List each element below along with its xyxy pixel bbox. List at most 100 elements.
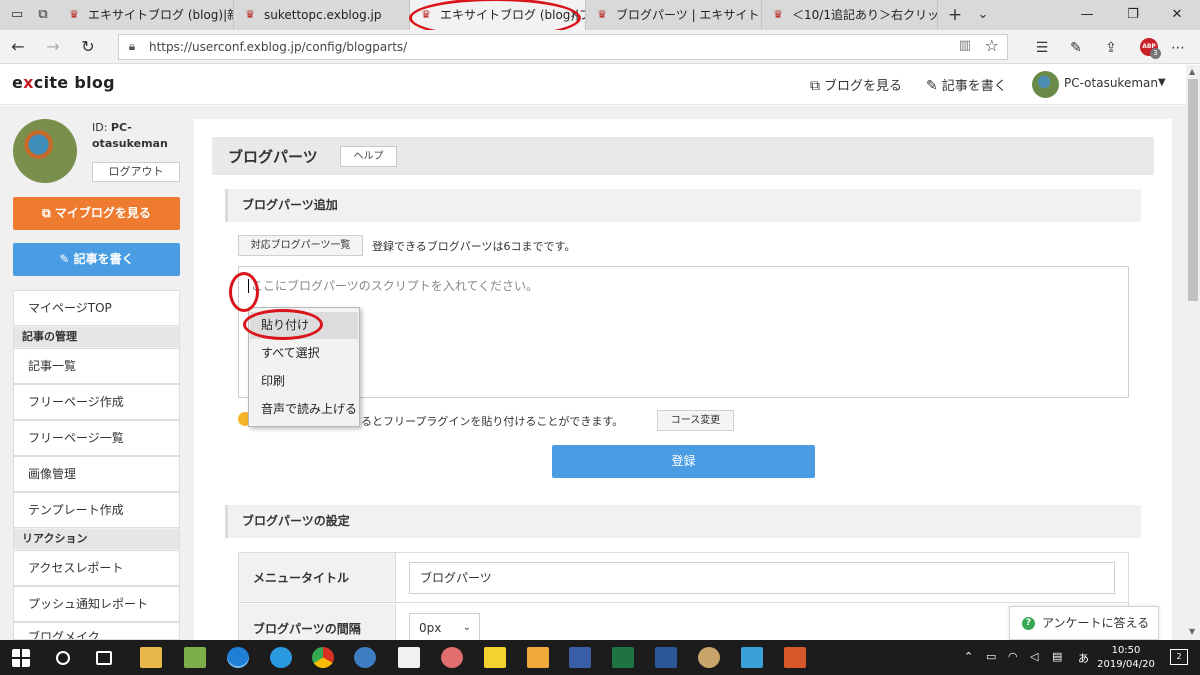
course-change-button[interactable]: コース変更 bbox=[657, 410, 734, 431]
section-blogparts-settings: ブログパーツの設定 bbox=[225, 505, 1141, 538]
tab-new-post[interactable]: ♛ エキサイトブログ (blog)|新規投 bbox=[58, 0, 234, 30]
internet-explorer-icon[interactable] bbox=[270, 647, 292, 668]
browser-tab-bar: ▭ ⧉ ♛ エキサイトブログ (blog)|新規投 ♛ sukettopc.ex… bbox=[0, 0, 1200, 30]
scrollbar-thumb[interactable] bbox=[1188, 79, 1198, 301]
register-limit-note: 登録できるブログパーツは6コまでです。 bbox=[372, 240, 576, 253]
sticky-notes-icon[interactable] bbox=[484, 647, 506, 668]
context-menu-read-aloud[interactable]: 音声で読み上げる bbox=[250, 396, 358, 423]
write-post-button[interactable]: ✎ 記事を書く bbox=[13, 243, 180, 276]
spacing-select[interactable]: 0px ⌄ bbox=[409, 613, 480, 643]
page-scrollbar[interactable]: ▲ ▼ bbox=[1186, 65, 1200, 640]
context-menu-select-all[interactable]: すべて選択 bbox=[250, 340, 358, 367]
windows-taskbar: ⌃ ▭ ◠ ◁ ▤ あ 10:50 2019/04/20 2 bbox=[0, 640, 1200, 675]
survey-button[interactable]: ? アンケートに答える bbox=[1009, 606, 1159, 640]
sidebar-item-free-page-list[interactable]: フリーページ一覧 bbox=[13, 420, 180, 456]
favorite-star-icon[interactable]: ☆ bbox=[985, 36, 999, 55]
tab-preview-icon[interactable]: ▭ bbox=[8, 6, 26, 24]
supported-blogparts-list-button[interactable]: 対応ブログパーツ一覧 bbox=[238, 235, 363, 256]
web-note-icon[interactable]: ✎ bbox=[1066, 38, 1086, 58]
sidebar-item-create-free-page[interactable]: フリーページ作成 bbox=[13, 384, 180, 420]
sidebar-item-push-report[interactable]: プッシュ通知レポート bbox=[13, 586, 180, 622]
blogparts-script-textarea[interactable]: ここにブログパーツのスクリプトを入れてください。 bbox=[238, 266, 1129, 398]
register-button[interactable]: 登録 bbox=[552, 445, 815, 478]
sidebar-item-blog-make[interactable]: ブログメイク bbox=[13, 622, 180, 640]
edge-browser-icon[interactable] bbox=[227, 647, 249, 668]
refresh-icon[interactable]: ↻ bbox=[78, 37, 98, 57]
scroll-down-icon[interactable]: ▼ bbox=[1189, 627, 1195, 636]
page-title-bar: ブログパーツ ヘルプ bbox=[212, 137, 1154, 175]
toolbox-app-icon[interactable] bbox=[784, 647, 806, 668]
help-button[interactable]: ヘルプ bbox=[340, 146, 397, 167]
tab-sukettopc[interactable]: ♛ sukettopc.exblog.jp bbox=[234, 0, 410, 30]
sidebar-section-post-management: 記事の管理 bbox=[13, 327, 180, 347]
tab-rightclick-article[interactable]: ♛ ＜10/1追記あり＞右クリックを bbox=[762, 0, 938, 30]
write-post-link[interactable]: ✎ 記事を書く bbox=[926, 75, 1007, 94]
pencil-icon: ✎ bbox=[59, 252, 74, 266]
chevron-down-icon: ⌄ bbox=[462, 622, 471, 633]
context-menu-print[interactable]: 印刷 bbox=[250, 368, 358, 395]
setting-row-menu-title: メニュータイトル ブログパーツ bbox=[239, 553, 1128, 603]
windows-start-icon[interactable] bbox=[12, 649, 30, 667]
sidebar-item-post-list[interactable]: 記事一覧 bbox=[13, 348, 180, 384]
tab-list-chevron-icon[interactable]: ⌄ bbox=[974, 6, 992, 24]
sidebar-item-image-management[interactable]: 画像管理 bbox=[13, 456, 180, 492]
excel-icon[interactable] bbox=[612, 647, 634, 668]
my-blog-button[interactable]: ⧉ マイブログを見る bbox=[13, 197, 180, 230]
restore-icon[interactable]: ❐ bbox=[1110, 0, 1156, 30]
avatar[interactable] bbox=[1032, 71, 1059, 98]
adblock-count-badge: 3 bbox=[1150, 48, 1161, 59]
url-text: https://userconf.exblog.jp/config/blogpa… bbox=[149, 40, 408, 54]
logout-button[interactable]: ログアウト bbox=[92, 162, 180, 182]
new-tab-icon[interactable]: + bbox=[946, 6, 964, 24]
sidebar-item-access-report[interactable]: アクセスレポート bbox=[13, 550, 180, 586]
photos-app-icon[interactable] bbox=[184, 647, 206, 668]
url-field[interactable]: 🔒︎ https://userconf.exblog.jp/config/blo… bbox=[118, 34, 1008, 60]
globe-app-icon[interactable] bbox=[354, 647, 376, 668]
username[interactable]: PC-otasukeman bbox=[1064, 76, 1158, 90]
excite-favicon-icon: ♛ bbox=[773, 8, 783, 21]
share-icon[interactable]: ⇪ bbox=[1101, 38, 1121, 58]
edit-icon: ✎ bbox=[926, 78, 938, 94]
menu-title-input[interactable]: ブログパーツ bbox=[409, 562, 1115, 594]
sidebar: ID: PC-otasukeman ログアウト ⧉ マイブログを見る ✎ 記事を… bbox=[0, 106, 194, 640]
calculator-app-icon[interactable] bbox=[569, 647, 591, 668]
caret-down-icon[interactable]: ▼ bbox=[1158, 77, 1166, 88]
word-icon[interactable] bbox=[655, 647, 677, 668]
reading-view-icon[interactable]: ▥ bbox=[959, 38, 971, 53]
tab-blogparts[interactable]: ♛ ブログパーツ | エキサイトブログ bbox=[586, 0, 762, 30]
annotation-circle-paste bbox=[243, 309, 323, 340]
set-tabs-aside-icon[interactable]: ⧉ bbox=[34, 6, 52, 24]
scroll-up-icon[interactable]: ▲ bbox=[1189, 67, 1195, 76]
favorites-hub-icon[interactable]: ☰ bbox=[1032, 38, 1052, 58]
close-window-icon[interactable]: ✕ bbox=[1154, 0, 1200, 30]
ime-indicator[interactable]: あ bbox=[1078, 650, 1089, 666]
chrome-icon[interactable] bbox=[312, 647, 334, 668]
remote-desktop-icon[interactable] bbox=[741, 647, 763, 668]
paint-app-icon[interactable] bbox=[441, 647, 463, 668]
system-clock[interactable]: 10:50 2019/04/20 bbox=[1096, 644, 1156, 672]
store-icon[interactable] bbox=[398, 647, 420, 668]
sticky-app-orange-icon[interactable] bbox=[527, 647, 549, 668]
file-explorer-icon[interactable] bbox=[140, 647, 162, 668]
back-icon[interactable]: ← bbox=[8, 37, 28, 57]
wifi-icon[interactable]: ◠ bbox=[1008, 650, 1018, 663]
more-menu-icon[interactable]: ⋯ bbox=[1168, 38, 1188, 58]
notification-center-icon[interactable]: 2 bbox=[1170, 649, 1188, 665]
cortana-icon[interactable] bbox=[56, 651, 70, 665]
free-plugin-note: するとフリープラグインを貼り付けることができます。 bbox=[350, 415, 624, 428]
forward-icon[interactable]: → bbox=[43, 37, 63, 57]
excite-blog-logo[interactable]: excite blog bbox=[12, 73, 115, 92]
task-view-icon[interactable] bbox=[96, 651, 112, 665]
view-blog-link[interactable]: ⧉ ブログを見る bbox=[810, 75, 902, 94]
minimize-icon[interactable]: — bbox=[1064, 0, 1110, 30]
palette-app-icon[interactable] bbox=[698, 647, 720, 668]
sidebar-item-template-create[interactable]: テンプレート作成 bbox=[13, 492, 180, 528]
external-link-icon: ⧉ bbox=[810, 78, 820, 94]
external-link-icon: ⧉ bbox=[42, 206, 55, 220]
menu-title-label: メニュータイトル bbox=[239, 553, 396, 602]
tray-chevron-up-icon[interactable]: ⌃ bbox=[964, 650, 973, 663]
volume-icon[interactable]: ◁ bbox=[1030, 650, 1038, 663]
battery-icon[interactable]: ▭ bbox=[986, 650, 996, 663]
keyboard-icon[interactable]: ▤ bbox=[1052, 650, 1062, 663]
sidebar-item-mypage-top[interactable]: マイページTOP bbox=[13, 290, 180, 326]
